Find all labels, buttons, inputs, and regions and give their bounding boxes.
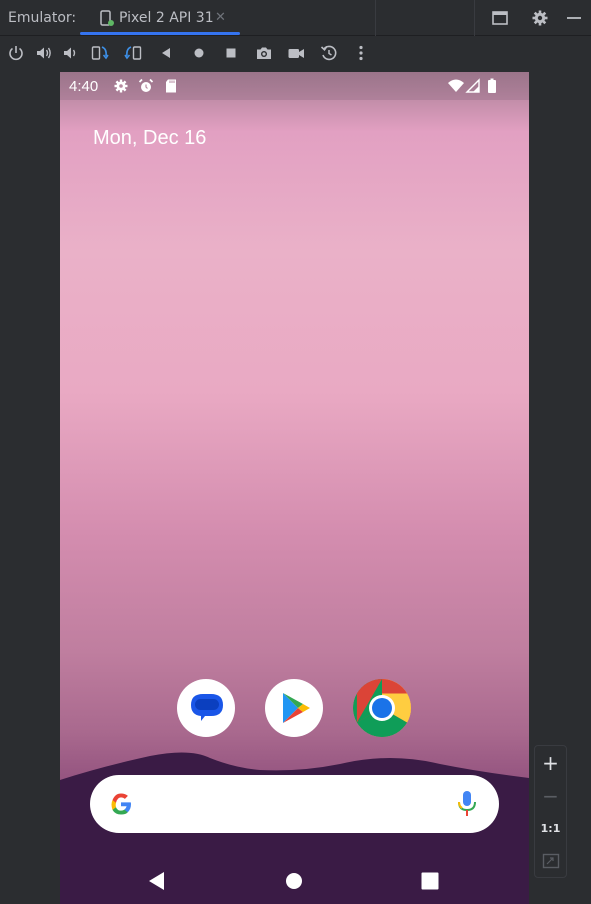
fit-screen-icon[interactable] <box>535 845 566 877</box>
battery-icon <box>487 78 497 98</box>
emulator-toolbar <box>0 37 591 69</box>
volume-up-icon[interactable] <box>35 44 53 62</box>
messages-app-icon[interactable] <box>177 679 235 737</box>
back-icon[interactable] <box>157 44 175 62</box>
home-nav-icon[interactable] <box>283 870 305 892</box>
status-bar: 4:40 <box>60 72 529 100</box>
more-options-icon[interactable] <box>352 44 370 62</box>
cell-signal-icon <box>465 78 481 98</box>
device-tab-label: Pixel 2 API 31 <box>119 10 214 26</box>
zoom-actual-size-button[interactable]: 1:1 <box>535 813 566 845</box>
google-logo-icon <box>107 790 135 822</box>
emulator-title-bar: Emulator: Pixel 2 API 31 ✕ <box>0 0 591 36</box>
recents-nav-icon[interactable] <box>419 870 441 892</box>
tab-close-icon[interactable]: ✕ <box>215 10 226 25</box>
zoom-out-button[interactable]: − <box>535 780 566 812</box>
snapshot-restore-icon[interactable] <box>320 44 338 62</box>
navigation-bar <box>60 862 529 904</box>
volume-down-icon[interactable] <box>62 44 80 62</box>
sd-card-icon <box>164 78 178 98</box>
settings-gear-icon[interactable] <box>531 9 549 27</box>
divider <box>474 0 475 36</box>
phone-device-icon <box>99 10 115 31</box>
status-time: 4:40 <box>69 78 99 95</box>
divider <box>375 0 376 36</box>
zoom-controls: + − 1:1 <box>534 745 567 878</box>
video-record-icon[interactable] <box>287 44 305 62</box>
google-search-bar[interactable] <box>90 775 499 833</box>
play-store-app-icon[interactable] <box>265 679 323 737</box>
restore-window-icon[interactable] <box>491 9 509 27</box>
zoom-in-button[interactable]: + <box>535 747 566 779</box>
rotate-right-icon[interactable] <box>124 44 142 62</box>
tab-active-indicator <box>80 32 240 35</box>
minimize-icon[interactable] <box>565 9 583 27</box>
alarm-icon <box>138 78 154 98</box>
device-tab[interactable]: Pixel 2 API 31 ✕ <box>80 0 240 36</box>
camera-icon[interactable] <box>255 44 273 62</box>
overview-icon[interactable] <box>222 44 240 62</box>
power-icon[interactable] <box>7 44 25 62</box>
emulator-label: Emulator: <box>8 10 77 26</box>
home-date[interactable]: Mon, Dec 16 <box>93 127 206 150</box>
wifi-icon <box>447 78 465 98</box>
back-nav-icon[interactable] <box>146 870 168 892</box>
device-screen[interactable]: 4:40 Mon, Dec 16 <box>60 72 529 904</box>
rotate-left-icon[interactable] <box>91 44 109 62</box>
chrome-app-icon[interactable] <box>353 679 411 737</box>
home-icon[interactable] <box>190 44 208 62</box>
settings-icon <box>113 78 129 98</box>
microphone-icon[interactable] <box>456 789 478 823</box>
